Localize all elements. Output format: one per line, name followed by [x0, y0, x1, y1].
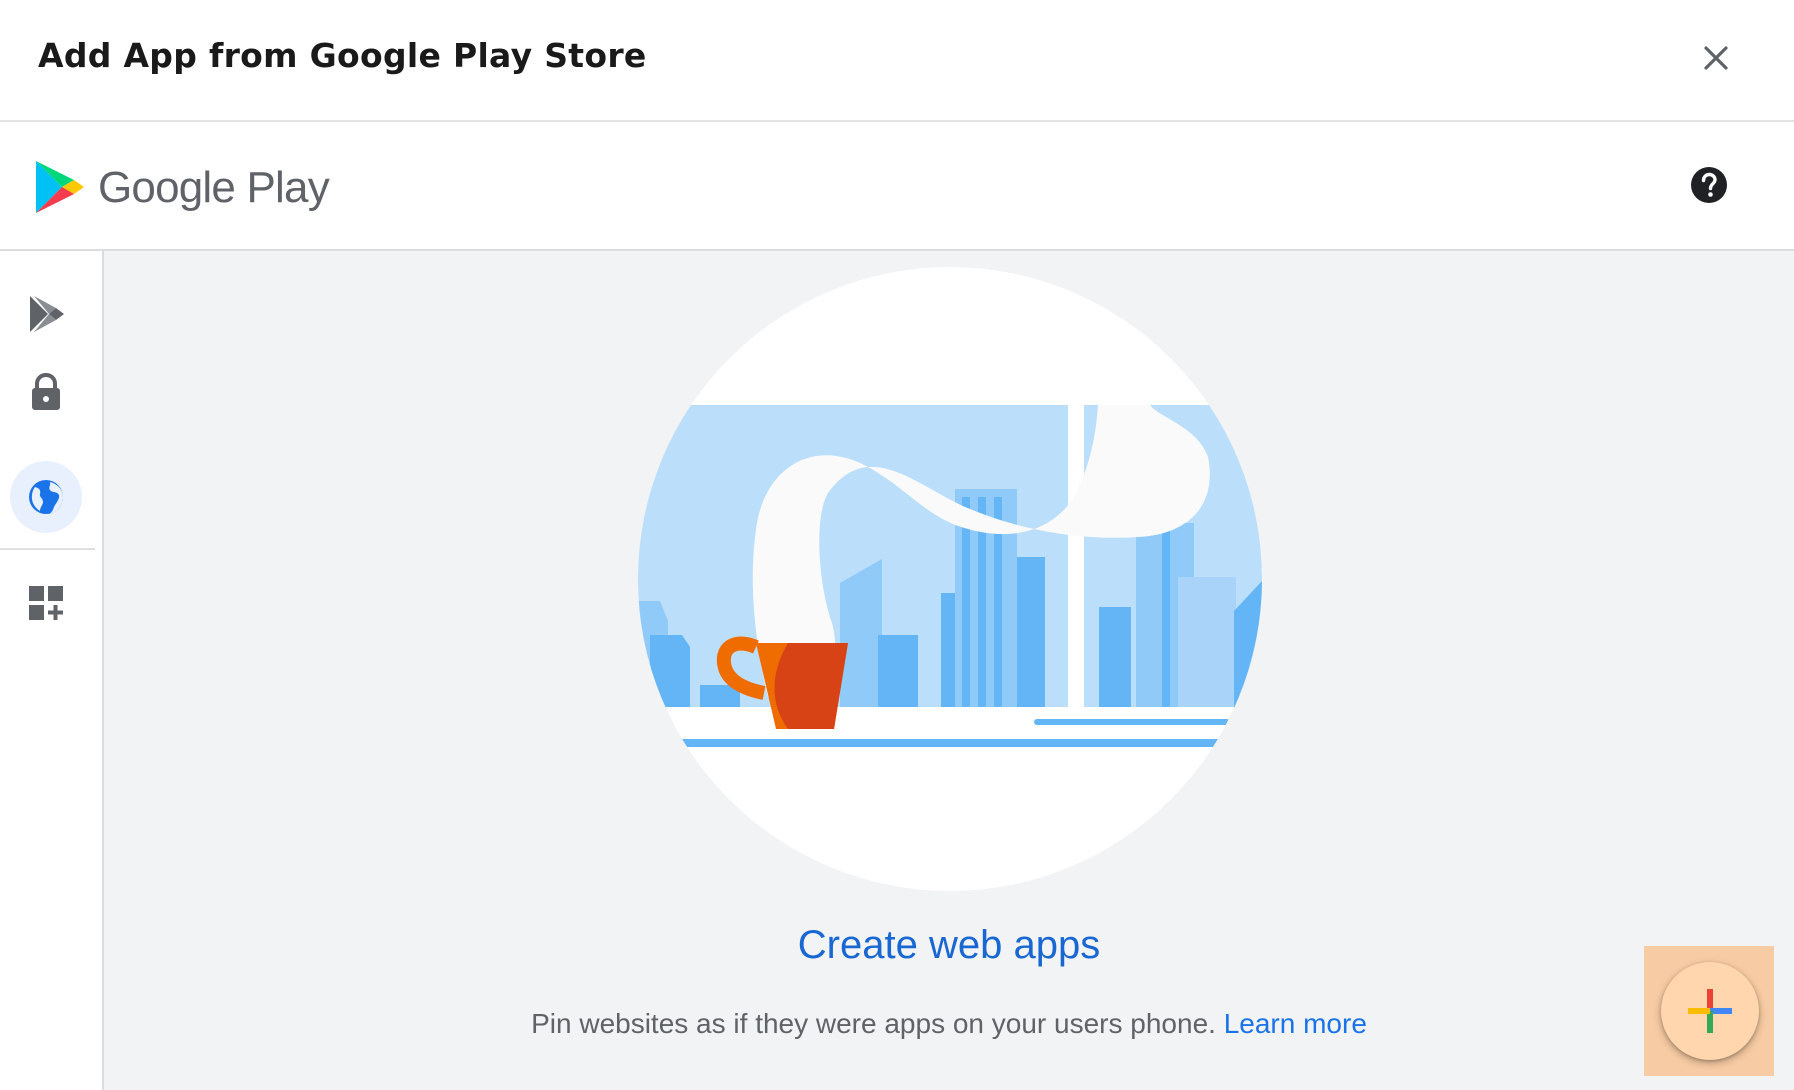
globe-icon	[29, 480, 63, 514]
help-circle-icon[interactable]	[1690, 166, 1728, 204]
close-icon	[1704, 46, 1728, 70]
google-plus-icon	[1688, 989, 1732, 1033]
dialog-header: Add App from Google Play Store	[0, 0, 1794, 122]
sidebar	[0, 251, 104, 1090]
dialog-title: Add App from Google Play Store	[38, 36, 647, 75]
sidebar-item-organize-apps[interactable]	[10, 567, 82, 639]
google-play-wordmark: Google Play	[98, 163, 330, 212]
learn-more-link[interactable]: Learn more	[1224, 1008, 1367, 1039]
play-store-icon	[30, 296, 64, 332]
web-apps-illustration	[638, 267, 1262, 891]
sidebar-item-private-apps[interactable]	[10, 356, 82, 428]
sidebar-divider	[0, 548, 95, 550]
grid-add-icon	[29, 586, 63, 620]
lock-icon	[32, 372, 60, 410]
empty-state-title: Create web apps	[797, 923, 1101, 967]
google-play-logo-icon	[36, 161, 84, 213]
sidebar-item-web-apps[interactable]	[10, 461, 82, 533]
sidebar-item-play-store[interactable]	[10, 278, 82, 350]
main-content: Create web apps Pin websites as if they …	[104, 251, 1794, 1090]
google-play-header: Google Play	[0, 122, 1794, 251]
empty-state-description-text: Pin websites as if they were apps on you…	[531, 1008, 1216, 1039]
close-button[interactable]	[1692, 34, 1740, 82]
add-web-app-button[interactable]	[1661, 962, 1759, 1060]
empty-state-description: Pin websites as if they were apps on you…	[104, 1008, 1794, 1040]
